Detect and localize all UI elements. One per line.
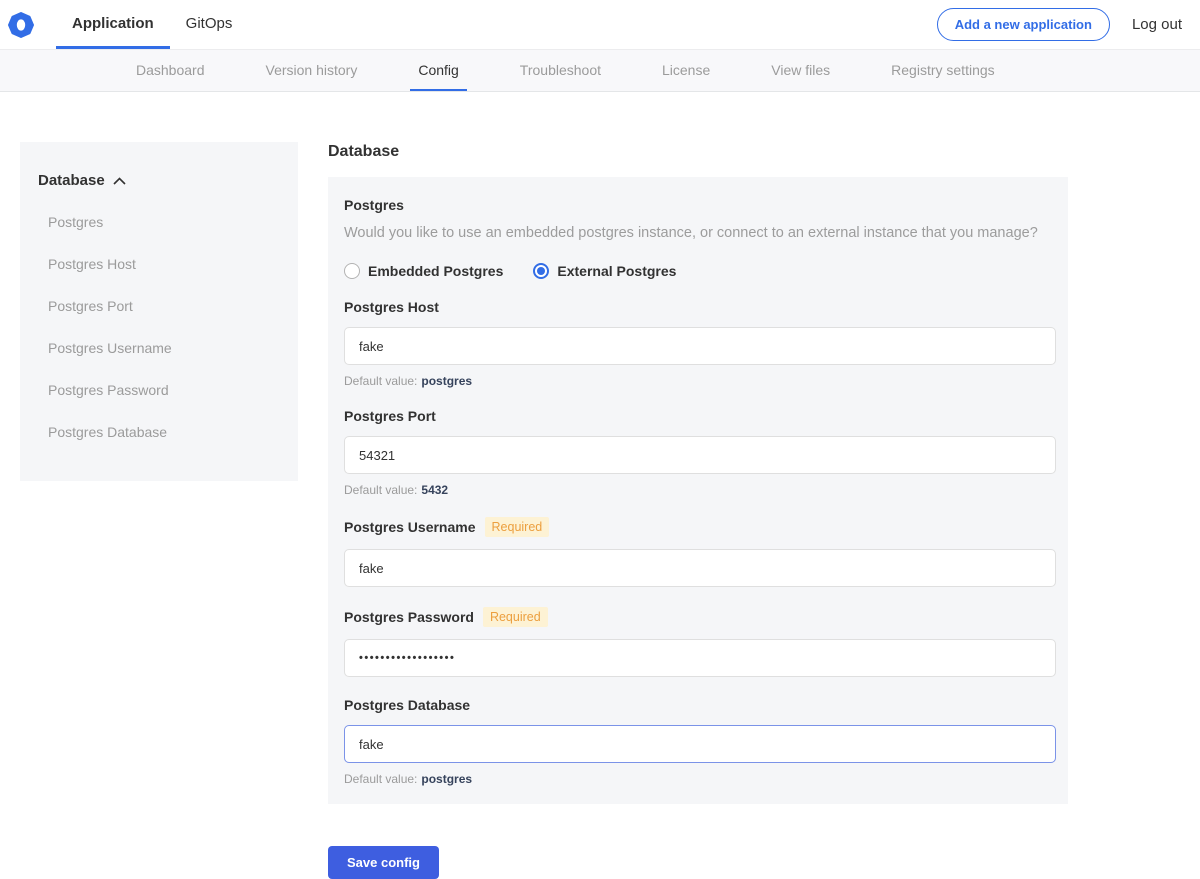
- kots-logo-icon: [8, 12, 34, 38]
- kots-logo: [8, 0, 34, 49]
- sidebar-item-postgres-password[interactable]: Postgres Password: [38, 373, 298, 407]
- default-value-line: Default value: 5432: [344, 483, 1056, 497]
- required-badge: Required: [483, 607, 548, 627]
- default-value: postgres: [421, 772, 472, 786]
- radio-embedded-label: Embedded Postgres: [368, 263, 503, 279]
- page-title: Database: [328, 143, 1068, 161]
- config-main: Database Postgres Would you like to use …: [328, 142, 1068, 879]
- default-value-label: Default value:: [344, 374, 417, 388]
- subnav-tab-registry-settings[interactable]: Registry settings: [883, 50, 1002, 91]
- field-postgres-password: Postgres Password Required: [344, 607, 1056, 677]
- postgres-username-input[interactable]: [344, 549, 1056, 587]
- app-subnav: Dashboard Version history Config Trouble…: [0, 50, 1200, 92]
- field-label: Postgres Password: [344, 609, 474, 625]
- save-config-button[interactable]: Save config: [328, 846, 439, 879]
- field-label: Postgres Username: [344, 519, 476, 535]
- radio-checked-icon[interactable]: [533, 263, 549, 279]
- sidebar-item-postgres-username[interactable]: Postgres Username: [38, 331, 298, 365]
- config-group-panel: Postgres Would you like to use an embedd…: [328, 177, 1068, 804]
- postgres-radio-group: Embedded Postgres External Postgres: [344, 263, 1056, 279]
- sidebar-item-postgres-database[interactable]: Postgres Database: [38, 415, 298, 449]
- field-label: Postgres Port: [344, 408, 436, 424]
- sidebar-group-label: Database: [38, 172, 105, 189]
- subnav-tab-license[interactable]: License: [654, 50, 718, 91]
- default-value-label: Default value:: [344, 772, 417, 786]
- content-area: Database Postgres Postgres Host Postgres…: [0, 92, 1200, 879]
- sidebar-item-postgres[interactable]: Postgres: [38, 205, 298, 239]
- default-value: postgres: [421, 374, 472, 388]
- field-label: Postgres Host: [344, 299, 439, 315]
- postgres-password-input[interactable]: [344, 639, 1056, 677]
- chevron-up-icon: [113, 177, 126, 185]
- radio-external-label: External Postgres: [557, 263, 676, 279]
- radio-external-postgres[interactable]: External Postgres: [533, 263, 676, 279]
- field-postgres-port: Postgres Port Default value: 5432: [344, 408, 1056, 497]
- tab-gitops[interactable]: GitOps: [170, 0, 249, 49]
- field-postgres-host: Postgres Host Default value: postgres: [344, 299, 1056, 388]
- field-postgres-username: Postgres Username Required: [344, 517, 1056, 587]
- sidebar-item-postgres-port[interactable]: Postgres Port: [38, 289, 298, 323]
- field-label: Postgres Database: [344, 697, 470, 713]
- sidebar-item-postgres-host[interactable]: Postgres Host: [38, 247, 298, 281]
- postgres-host-input[interactable]: [344, 327, 1056, 365]
- postgres-database-input[interactable]: [344, 725, 1056, 763]
- header-right: Add a new application Log out: [937, 0, 1200, 49]
- radio-unchecked-icon[interactable]: [344, 263, 360, 279]
- header-tabs: Application GitOps: [56, 0, 248, 49]
- subnav-tab-config[interactable]: Config: [410, 50, 466, 91]
- required-badge: Required: [485, 517, 550, 537]
- default-value-line: Default value: postgres: [344, 772, 1056, 786]
- app-header: Application GitOps Add a new application…: [0, 0, 1200, 50]
- config-sidebar: Database Postgres Postgres Host Postgres…: [20, 142, 298, 481]
- radio-embedded-postgres[interactable]: Embedded Postgres: [344, 263, 503, 279]
- default-value: 5432: [421, 483, 448, 497]
- field-postgres-database: Postgres Database Default value: postgres: [344, 697, 1056, 786]
- postgres-port-input[interactable]: [344, 436, 1056, 474]
- logout-link[interactable]: Log out: [1132, 16, 1182, 33]
- default-value-label: Default value:: [344, 483, 417, 497]
- default-value-line: Default value: postgres: [344, 374, 1056, 388]
- group-help-text: Would you like to use an embedded postgr…: [344, 225, 1056, 241]
- subnav-tab-troubleshoot[interactable]: Troubleshoot: [512, 50, 609, 91]
- subnav-tab-view-files[interactable]: View files: [763, 50, 838, 91]
- group-label-postgres: Postgres: [344, 197, 1056, 213]
- add-new-application-button[interactable]: Add a new application: [937, 8, 1110, 41]
- sidebar-group-database[interactable]: Database: [38, 172, 298, 189]
- tab-application[interactable]: Application: [56, 0, 170, 49]
- subnav-tab-dashboard[interactable]: Dashboard: [128, 50, 213, 91]
- subnav-tab-version-history[interactable]: Version history: [258, 50, 366, 91]
